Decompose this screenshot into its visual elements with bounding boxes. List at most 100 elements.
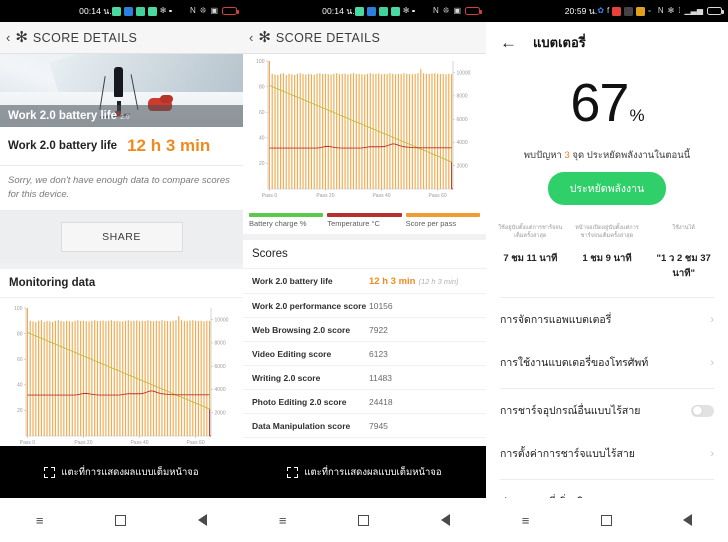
table-row: Data Manipulation score 7945 <box>243 414 486 438</box>
stat-screen-on-time: หน้าจอเปิดอยู่นับตั้งแต่การชาร์จจนเต็มคร… <box>569 225 646 281</box>
nav-recents-icon[interactable]: ≡ <box>279 513 287 528</box>
settings-row-label: การชาร์จอุปกรณ์อื่นแบบไร้สาย <box>500 405 641 417</box>
fullscreen-hint-bar-panel2[interactable]: แตะที่การแสดงผลแบบเต็มหน้าจอ <box>243 446 486 498</box>
more-dot-icon <box>412 9 415 13</box>
svg-text:Pass 40: Pass 40 <box>372 193 390 199</box>
toggle-knob <box>692 406 702 415</box>
settings-header: ← แบตเตอรี่ <box>486 22 728 62</box>
nav-back-icon[interactable] <box>441 514 451 526</box>
score-value: 7922 <box>369 324 388 335</box>
no-comparison-data-message: Sorry, we don't have enough data to comp… <box>0 166 243 211</box>
table-row: Work 2.0 performance score 10156 <box>243 294 486 318</box>
hero-caption-text: Work 2.0 battery life <box>8 110 118 122</box>
settings-row-label: การใช้งานแบตเตอรี่ของโทรศัพท์ <box>500 357 649 369</box>
stat-time-remaining: ใช้งานได้ "1 ว 2 ชม 37 นาที" <box>645 225 722 281</box>
app-dark-icon <box>624 6 634 16</box>
page-title: แบตเตอรี่ <box>533 34 586 50</box>
svg-text:Pass 20: Pass 20 <box>74 440 92 446</box>
app-yellow-icon <box>636 6 646 16</box>
fullscreen-hint-text: แตะที่การแสดงผลแบบเต็มหน้าจอ <box>304 466 442 478</box>
monitoring-chart-large[interactable]: 20 40 60 80 100 2000 4000 6000 8000 10000 Pass 0 Pa… <box>243 54 486 210</box>
legend-swatch-battery <box>249 213 324 217</box>
app-green-1-icon <box>111 6 121 16</box>
stat-caption: ใช้งานได้ <box>672 225 696 231</box>
fullscreen-hint-text: แตะที่การแสดงผลแบบเต็มหน้าจอ <box>61 466 199 478</box>
hero-caption: Work 2.0 battery life 2.0 <box>0 105 243 127</box>
snowflake-icon: ✻ <box>159 6 167 15</box>
svg-text:Pass 60: Pass 60 <box>429 193 447 199</box>
snowflake-icon: ✻ <box>402 6 410 15</box>
nav-home-icon[interactable] <box>115 514 127 526</box>
back-icon[interactable]: ‹ <box>249 30 253 45</box>
svg-text:Pass 0: Pass 0 <box>20 440 36 446</box>
back-arrow-icon[interactable]: ← <box>500 34 517 51</box>
settings-row-3[interactable]: การตั้งค่าการชาร์จแบบไร้สาย › <box>486 432 728 475</box>
page-title: SCORE DETAILS <box>32 30 138 45</box>
score-value: 6123 <box>369 348 388 359</box>
nav-home-icon[interactable] <box>358 514 370 526</box>
battery-percent-value: 67 <box>570 73 629 133</box>
status-time: 00:14 น. <box>322 6 355 16</box>
status-time: 20:59 น. <box>564 6 598 16</box>
android-nav-bar-panel2: ≡ <box>243 498 486 542</box>
hero-image: Work 2.0 battery life 2.0 <box>0 54 243 127</box>
settings-row-label: การจัดการแอพแบตเตอรี่ <box>500 314 612 326</box>
issue-suffix: จุด ประหยัดพลังงานในตอนนี้ <box>569 150 691 161</box>
pcmark-app-header: ‹ ✻ SCORE DETAILS <box>243 22 486 54</box>
scores-table-title: Scores <box>243 240 486 269</box>
score-label: Work 2.0 performance score <box>252 300 367 311</box>
fullscreen-hint-bar-panel1[interactable]: แตะที่การแสดงผลแบบเต็มหน้าจอ <box>0 446 243 498</box>
legend-item-battery: Battery charge % <box>249 213 324 228</box>
svg-text:8000: 8000 <box>457 94 468 100</box>
page-title: SCORE DETAILS <box>275 30 381 45</box>
monitoring-chart-small[interactable]: 20 40 60 80 100 2000 4000 6000 8000 10000 Pass 0 Pa… <box>0 298 243 457</box>
android-nav-bar-panel1: ≡ <box>0 498 243 542</box>
fullscreen-icon <box>44 466 56 478</box>
score-label: Photo Editing 2.0 score <box>252 396 347 407</box>
svg-text:60: 60 <box>17 356 23 362</box>
stat-value: 7 ชม 11 นาที <box>503 253 558 264</box>
svg-text:4000: 4000 <box>215 387 226 393</box>
app-green-2-icon <box>135 6 145 16</box>
score-value: 7945 <box>369 420 388 431</box>
nav-recents-icon[interactable]: ≡ <box>36 513 44 528</box>
nav-home-icon[interactable] <box>600 514 612 526</box>
status-right-icons: N ❊ ▣ <box>190 6 239 15</box>
wireless-charging-toggle[interactable] <box>691 404 714 417</box>
svg-text:10000: 10000 <box>457 70 471 76</box>
chevron-right-icon: › <box>710 356 714 369</box>
pcmark-logo-icon: ✻ <box>15 29 28 46</box>
monitoring-data-title: Monitoring data <box>0 269 243 298</box>
svg-text:8000: 8000 <box>215 340 226 346</box>
svg-text:10000: 10000 <box>215 317 229 323</box>
status-notification-icons: ✿ f <box>597 6 651 16</box>
settings-row-1[interactable]: การใช้งานแบตเตอรี่ของโทรศัพท์ › <box>486 341 728 384</box>
panel-pcmark-scores: 00:14 น. ✻ N ❊ ▣ ‹ ✻ SCORE DETAILS 20 40 6 <box>243 0 486 542</box>
battery-icon <box>465 7 482 15</box>
status-bar-panel3: 20:59 น. ✿ f N ✻ ⁞ ▁▃▅ <box>486 0 728 22</box>
nav-recents-icon[interactable]: ≡ <box>522 513 530 528</box>
battery-percent-unit: % <box>629 106 644 125</box>
svg-text:40: 40 <box>259 136 265 142</box>
panel-battery-settings: 20:59 น. ✿ f N ✻ ⁞ ▁▃▅ ← แบตเตอรี่ 67% พ… <box>486 0 728 542</box>
save-power-section: ประหยัดพลังงาน <box>486 172 728 205</box>
score-value: 12 h 3 min (12 h 3 min) <box>369 275 459 287</box>
share-button[interactable]: SHARE <box>60 221 183 252</box>
issue-prefix: พบปัญหา <box>523 150 565 161</box>
legend-label-score: Score per pass <box>405 219 457 228</box>
screen-record-icon: ▣ <box>210 6 218 15</box>
svg-text:60: 60 <box>259 110 265 116</box>
svg-text:100: 100 <box>14 305 23 311</box>
settings-row-0[interactable]: การจัดการแอพแบตเตอรี่ › <box>486 298 728 341</box>
status-time: 00:14 น. <box>79 6 112 16</box>
chevron-right-icon: › <box>710 447 714 460</box>
gear-icon: ✿ <box>597 6 605 15</box>
app-green-1-icon <box>354 6 364 16</box>
nav-back-icon[interactable] <box>198 514 208 526</box>
back-icon[interactable]: ‹ <box>6 30 10 45</box>
more-dot-icon <box>169 9 172 13</box>
nav-back-icon[interactable] <box>683 514 693 526</box>
settings-row-2[interactable]: การชาร์จอุปกรณ์อื่นแบบไร้สาย <box>486 389 728 432</box>
save-power-button[interactable]: ประหยัดพลังงาน <box>547 172 667 205</box>
svg-text:6000: 6000 <box>215 363 226 369</box>
